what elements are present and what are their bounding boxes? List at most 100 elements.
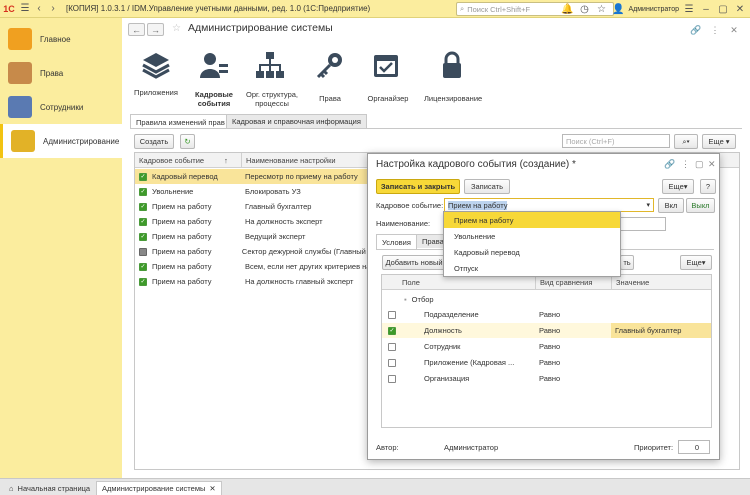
back-button[interactable]: ← <box>128 23 145 36</box>
section-label-applications[interactable]: Приложения <box>126 88 186 97</box>
search-button[interactable]: ⌕▾ <box>674 134 698 149</box>
priority-stepper[interactable]: 0 <box>678 440 710 454</box>
table-row[interactable]: ✓ Прием на работу Всем, если нет других к… <box>135 259 371 274</box>
user-name[interactable]: Администратор <box>628 6 679 13</box>
sidebar-item-main[interactable]: Главное <box>0 22 122 56</box>
applications-icon[interactable] <box>136 48 176 82</box>
rights-key-icon[interactable] <box>310 48 350 82</box>
section-label-rights[interactable]: Права <box>310 94 350 103</box>
list-search-input[interactable]: Поиск (Ctrl+F) <box>562 134 670 148</box>
more-icon[interactable]: ⋮ <box>681 159 690 170</box>
name-cell: Главный бухгалтер <box>245 202 312 211</box>
off-button[interactable]: Выкл <box>686 198 715 213</box>
tab-conditions[interactable]: Условия <box>376 234 417 249</box>
active-checkbox[interactable]: ✓ <box>139 232 147 241</box>
dropdown-option[interactable]: Прием на работу <box>444 212 620 228</box>
inactive-checkbox[interactable] <box>139 247 147 256</box>
active-checkbox[interactable]: ✓ <box>139 187 147 196</box>
condition-row[interactable]: Сотрудник Равно <box>382 339 711 354</box>
event-select[interactable]: Прием на работу ▾ <box>444 198 654 212</box>
star-icon[interactable]: ☆ <box>172 23 181 34</box>
active-checkbox[interactable]: ✓ <box>139 262 147 271</box>
maximize-icon[interactable]: ▢ <box>716 2 730 16</box>
section-label-licensing[interactable]: Лицензирование <box>424 94 482 103</box>
active-checkbox[interactable]: ✓ <box>139 277 147 286</box>
section-label-hr-events[interactable]: Кадровые события <box>184 90 244 108</box>
minimize-icon[interactable]: – <box>699 2 713 16</box>
chevron-down-icon[interactable]: ▾ <box>646 201 650 209</box>
sidebar-item-employees[interactable]: Сотрудники <box>0 90 122 124</box>
col-name-header[interactable]: Наименование настройки <box>241 153 371 168</box>
hr-events-icon[interactable] <box>194 48 234 82</box>
condition-row[interactable]: ✓ Должность Равно Главный бухгалтер <box>382 323 711 338</box>
forward-button[interactable]: → <box>147 23 164 36</box>
table-row[interactable]: Прием на работу Сектор дежурной службы (… <box>135 244 371 259</box>
table-row[interactable]: ✓ Прием на работу Ведущий эксперт <box>135 229 371 244</box>
refresh-button[interactable]: ↻ <box>180 134 195 149</box>
sidebar-item-rights[interactable]: Права <box>0 56 122 90</box>
create-button[interactable]: Создать <box>134 134 174 149</box>
home-icon <box>8 28 32 50</box>
condition-checkbox[interactable] <box>388 342 396 351</box>
org-structure-icon[interactable] <box>250 48 290 82</box>
col-field-header[interactable]: Поле <box>382 275 535 290</box>
section-label-org-structure[interactable]: Орг. структура, процессы <box>240 90 304 108</box>
table-row[interactable]: ✓ Увольнение Блокировать УЗ <box>135 184 371 199</box>
more-button[interactable]: Еще ▾ <box>702 134 736 149</box>
tab-admin[interactable]: Администрирование системы ✕ <box>96 481 222 495</box>
col-value-header[interactable]: Значение <box>611 275 711 290</box>
condition-checkbox[interactable] <box>388 310 396 319</box>
bell-icon[interactable]: 🔔 <box>560 2 574 16</box>
condition-checkbox[interactable]: ✓ <box>388 326 396 335</box>
table-row[interactable]: ✓ Кадровый перевод Пересмотр по приему на… <box>135 169 371 184</box>
active-checkbox[interactable]: ✓ <box>139 172 147 181</box>
organizer-icon[interactable] <box>366 48 406 82</box>
condition-checkbox[interactable] <box>388 358 396 367</box>
save-button[interactable]: Записать <box>464 179 510 194</box>
group-row[interactable]: ▪ Отбор <box>404 292 704 307</box>
sidebar-item-admin[interactable]: Администрирование <box>0 124 122 158</box>
back-icon[interactable]: ‹ <box>32 2 46 16</box>
on-button[interactable]: Вкл <box>658 198 684 213</box>
star-icon[interactable]: ☆ <box>594 2 608 16</box>
close-icon[interactable]: ✕ <box>209 484 215 493</box>
save-close-button[interactable]: Записать и закрыть <box>376 179 460 194</box>
dialog-more-button[interactable]: Еще ▾ <box>662 179 694 194</box>
partial-button[interactable]: ть <box>620 255 634 270</box>
table-row[interactable]: ✓ Прием на работу Главный бухгалтер <box>135 199 371 214</box>
condition-row[interactable]: Приложение (Кадровая ... Равно <box>382 355 711 370</box>
table-row[interactable]: ✓ Прием на работу На должность эксперт <box>135 214 371 229</box>
add-new-button[interactable]: Добавить новый <box>382 255 446 270</box>
active-checkbox[interactable]: ✓ <box>139 217 147 226</box>
user-icon[interactable]: 👤 <box>611 2 625 16</box>
maximize-icon[interactable]: ▢ <box>695 159 704 170</box>
menu-icon[interactable]: ☰ <box>18 2 32 16</box>
lock-icon[interactable] <box>432 48 472 82</box>
tab-home[interactable]: ⌂ Начальная страница <box>4 481 95 495</box>
dropdown-option[interactable]: Увольнение <box>444 228 620 244</box>
tab-rights-rules[interactable]: Правила изменений прав <box>130 114 231 129</box>
dropdown-option[interactable]: Кадровый перевод <box>444 244 620 260</box>
more-label: Еще <box>686 258 702 267</box>
condition-checkbox[interactable] <box>388 374 396 383</box>
col-compare-header[interactable]: Вид сравнения <box>535 275 611 290</box>
condition-row[interactable]: Подразделение Равно <box>382 307 711 322</box>
section-label-organizer[interactable]: Органайзер <box>366 94 410 103</box>
tab-hr-info[interactable]: Кадровая и справочная информация <box>226 114 367 128</box>
close-icon[interactable]: ✕ <box>727 23 741 37</box>
close-icon[interactable]: ✕ <box>733 2 747 16</box>
active-checkbox[interactable]: ✓ <box>139 202 147 211</box>
table-row[interactable]: ✓ Прием на работу На должность главный эк… <box>135 274 371 289</box>
dropdown-option[interactable]: Отпуск <box>444 260 620 276</box>
help-button[interactable]: ? <box>700 179 716 194</box>
link-icon[interactable]: 🔗 <box>664 159 675 170</box>
link-icon[interactable]: 🔗 <box>689 23 703 37</box>
col-event-header[interactable]: Кадровое событие ↑ <box>135 153 241 168</box>
conditions-more-button[interactable]: Еще ▾ <box>680 255 712 270</box>
settings-icon[interactable]: ☰ <box>682 2 696 16</box>
close-icon[interactable]: ✕ <box>708 159 716 170</box>
more-icon[interactable]: ⋮ <box>708 23 722 37</box>
condition-row[interactable]: Организация Равно <box>382 371 711 386</box>
forward-icon[interactable]: › <box>46 2 60 16</box>
history-icon[interactable]: ◷ <box>577 2 591 16</box>
